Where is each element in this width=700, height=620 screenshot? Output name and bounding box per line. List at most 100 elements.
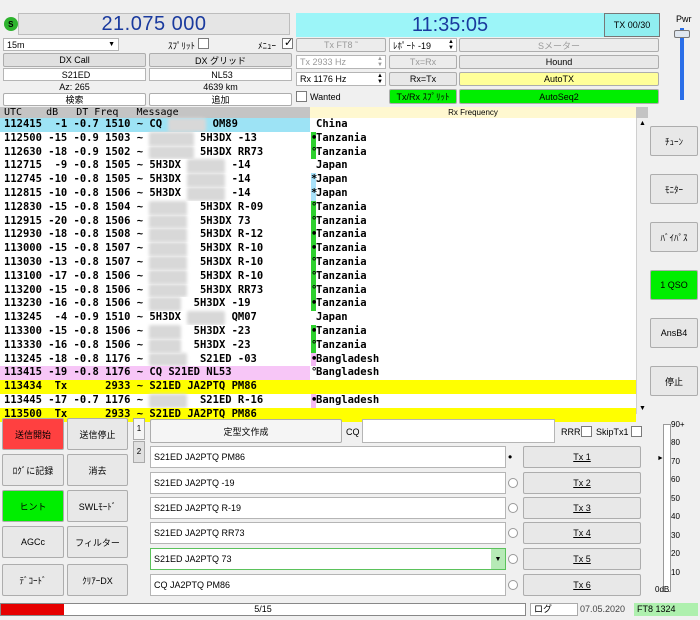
dx-call-input[interactable]: S21ED — [3, 68, 146, 81]
tx5-message-field[interactable]: S21ED JA2PTQ 73 ▼ — [150, 548, 506, 570]
decode-row[interactable]: 113030 -13 -0.8 1507 ~ JA1AAA 5H3DX R-10… — [0, 256, 636, 270]
tx-stop-button[interactable]: 送信停止 — [67, 418, 128, 450]
tx4-radio[interactable] — [508, 528, 518, 538]
monitor-button[interactable]: ﾓﾆﾀｰ — [650, 174, 698, 204]
mode-info: FT8 1324 — [634, 603, 698, 616]
hint-button[interactable]: ヒント — [2, 490, 64, 522]
cq-input[interactable] — [362, 419, 555, 443]
rx-frequency-spinbox[interactable]: Rx 1176 Hz ▲ ▼ — [296, 72, 386, 86]
tx6-radio[interactable] — [508, 580, 518, 590]
tx3-radio[interactable] — [508, 503, 518, 513]
hound-button[interactable]: Hound — [459, 55, 659, 69]
decode-row[interactable]: 113445 -17 -0.7 1176 ~ JA1AAA S21ED R-16… — [0, 394, 636, 408]
decode-row[interactable]: 113000 -15 -0.8 1507 ~ JA1AAA 5H3DX R-10… — [0, 242, 636, 256]
autoseq-button[interactable]: AutoSeq2 — [459, 89, 659, 104]
decode-list[interactable]: 112415 -1 -0.7 1510 ~ CQ BV2ABC OM89 Chin… — [0, 118, 648, 422]
signal-meter — [663, 424, 671, 592]
decode-row[interactable]: 113434 Tx 2933 ~ S21ED JA2PTQ PM86 — [0, 380, 636, 394]
menu-checkbox[interactable] — [282, 36, 293, 49]
dx-grid-input[interactable]: NL53 — [149, 68, 292, 81]
decode-row[interactable]: 112500 -15 -0.9 1503 ~ JJ1ABCD 5H3DX -13… — [0, 131, 636, 146]
message-text: 112830 -15 -0.8 1504 ~ — [4, 200, 150, 213]
meter-tick-label: 70 — [671, 456, 680, 466]
decode-message: 112930 -18 -0.8 1508 ~ JA1AAA 5H3DX R-12 — [0, 228, 310, 243]
decode-row[interactable]: 113330 -16 -0.8 1506 ~ JA1AA 5H3DX -23°T… — [0, 338, 636, 353]
pwr-slider-handle[interactable] — [674, 30, 690, 38]
decode-row[interactable]: 112930 -18 -0.8 1508 ~ JA1AAA 5H3DX R-12… — [0, 228, 636, 243]
agcc-button[interactable]: AGCc — [2, 526, 64, 558]
generate-messages-button[interactable]: 定型文作成 — [150, 419, 342, 443]
decode-row[interactable]: 113200 -15 -0.8 1506 ~ JA1AAA 5H3DX RR73… — [0, 283, 636, 298]
tx3-button[interactable]: Tx 3 — [523, 497, 641, 519]
s-meter-button[interactable]: Sメーター — [459, 38, 659, 52]
report-spinbox[interactable]: ﾚﾎﾟｰﾄ -19 ▲ ▼ — [389, 38, 457, 52]
tx2-button[interactable]: Tx 2 — [523, 472, 641, 494]
decode-row[interactable]: 113230 -16 -0.8 1506 ~ JA1AA 5H3DX -19•T… — [0, 297, 636, 312]
wanted-label: Wanted — [310, 92, 341, 102]
tx-eq-rx-button[interactable]: Tx=Rx — [389, 55, 457, 69]
tab-1[interactable]: 1 — [133, 418, 145, 440]
tx5-button[interactable]: Tx 5 — [523, 548, 641, 570]
decode-message: 112915 -20 -0.8 1506 ~ JA1AAA 5H3DX 73 — [0, 214, 310, 229]
tx1-radio[interactable]: • — [508, 451, 518, 463]
tx2-message-field[interactable]: S21ED JA2PTQ -19 — [150, 472, 506, 494]
bypass-button[interactable]: ﾊﾞｲﾊﾟｽ — [650, 222, 698, 252]
tx-counter[interactable]: TX 00/30 — [604, 13, 660, 37]
chevron-down-icon[interactable]: ▼ — [491, 549, 505, 569]
ansb4-button[interactable]: AnsB4 — [650, 318, 698, 348]
one-qso-button[interactable]: 1 QSO — [650, 270, 698, 300]
tx6-button[interactable]: Tx 6 — [523, 574, 641, 596]
wanted-checkbox[interactable] — [296, 91, 307, 102]
tx-frequency-spinbox[interactable]: Tx 2933 Hz ▲ ▼ — [296, 55, 386, 69]
clear-dx-button[interactable]: ｸﾘｱｰDX — [67, 564, 128, 596]
txrx-split-button[interactable]: Tx/Rx ｽﾌﾟﾘｯﾄ — [389, 89, 457, 104]
tune-button[interactable]: ﾁｭｰﾝ — [650, 126, 698, 156]
tab-2[interactable]: 2 — [133, 441, 145, 463]
azimuth-text: Az: 265 — [59, 82, 90, 92]
decode-list-scrollbar[interactable]: ▲ ▼ — [636, 118, 648, 414]
decode-row[interactable]: 113100 -17 -0.8 1506 ~ JA1AAA 5H3DX R-10… — [0, 269, 636, 284]
tx-start-button[interactable]: 送信開始 — [2, 418, 64, 450]
decode-row[interactable]: 112815 -10 -0.8 1506 ~ 5H3DX JA1AAA -14*… — [0, 187, 636, 201]
erase-button[interactable]: 消去 — [67, 454, 128, 486]
filter-button[interactable]: フィルター — [67, 526, 128, 558]
pwr-slider-track[interactable] — [680, 28, 684, 100]
log-qso-button[interactable]: ﾛｸﾞに記録 — [2, 454, 64, 486]
lookup-button[interactable]: 検索 — [3, 93, 146, 106]
decode-button[interactable]: ﾃﾞｺｰﾄﾞ — [2, 564, 64, 596]
decode-row[interactable]: 112830 -15 -0.8 1504 ~ JA1AAA 5H3DX R-09… — [0, 200, 636, 215]
decode-row[interactable]: 113415 -19 -0.8 1176 ~ CQ S21ED NL53 °Ban… — [0, 366, 636, 381]
tx4-message-field[interactable]: S21ED JA2PTQ RR73 — [150, 522, 506, 544]
tx2-radio[interactable] — [508, 478, 518, 488]
split-checkbox[interactable] — [198, 38, 209, 49]
tx1-message-field[interactable]: S21ED JA2PTQ PM86 — [150, 446, 506, 468]
rx-eq-tx-button[interactable]: Rx=Tx — [389, 72, 457, 86]
decode-row[interactable]: 112415 -1 -0.7 1510 ~ CQ BV2ABC OM89 Chin… — [0, 118, 636, 132]
decode-row[interactable]: 113300 -15 -0.8 1506 ~ JA1AA 5H3DX -23•T… — [0, 325, 636, 339]
decode-row[interactable]: 112715 -9 -0.8 1505 ~ 5H3DX JA1AAA -14 Ja… — [0, 159, 636, 174]
tx4-button[interactable]: Tx 4 — [523, 522, 641, 544]
spin-arrows-icon: ▲ ▼ — [377, 73, 383, 85]
skiptx1-checkbox[interactable] — [631, 426, 642, 437]
decode-row[interactable]: 113245 -18 -0.8 1176 ~ JA1AAA S21ED -03•… — [0, 352, 636, 367]
tx1-button[interactable]: Tx 1 — [523, 446, 641, 468]
add-button[interactable]: 追加 — [149, 93, 292, 106]
dx-call-label: DX Call — [3, 53, 146, 67]
stop-button[interactable]: 停止 — [650, 366, 698, 396]
decode-row[interactable]: 112745 -10 -0.8 1505 ~ 5H3DX JA1AAA -14*… — [0, 173, 636, 187]
autotx-button[interactable]: AutoTX — [459, 72, 659, 86]
tx6-message-field[interactable]: CQ JA2PTQ PM86 — [150, 574, 506, 596]
menu-label: ﾒﾆｭｰ — [258, 41, 277, 51]
country-cell: Japan — [310, 311, 636, 325]
decode-row[interactable]: 112630 -18 -0.9 1502 ~ JA1AAAB 5H3DX RR7… — [0, 145, 636, 160]
message-text: 113300 -15 -0.8 1506 ~ — [4, 325, 150, 337]
decode-row[interactable]: 112915 -20 -0.8 1506 ~ JA1AAA 5H3DX 73°T… — [0, 214, 636, 229]
tx5-radio[interactable] — [508, 554, 518, 564]
swl-mode-button[interactable]: SWLﾓｰﾄﾞ — [67, 490, 128, 522]
tx3-message-field[interactable]: S21ED JA2PTQ R-19 — [150, 497, 506, 519]
redacted-callsign: JA1AAA — [149, 200, 188, 215]
decode-row[interactable]: 113245 -4 -0.9 1510 ~ 5H3DX JA1AAA QM07J… — [0, 311, 636, 325]
band-select[interactable]: 15m ▼ — [3, 38, 119, 51]
tx-mode-button[interactable]: Tx FT8 ˜ — [296, 38, 386, 52]
rrr-checkbox[interactable] — [581, 426, 592, 437]
